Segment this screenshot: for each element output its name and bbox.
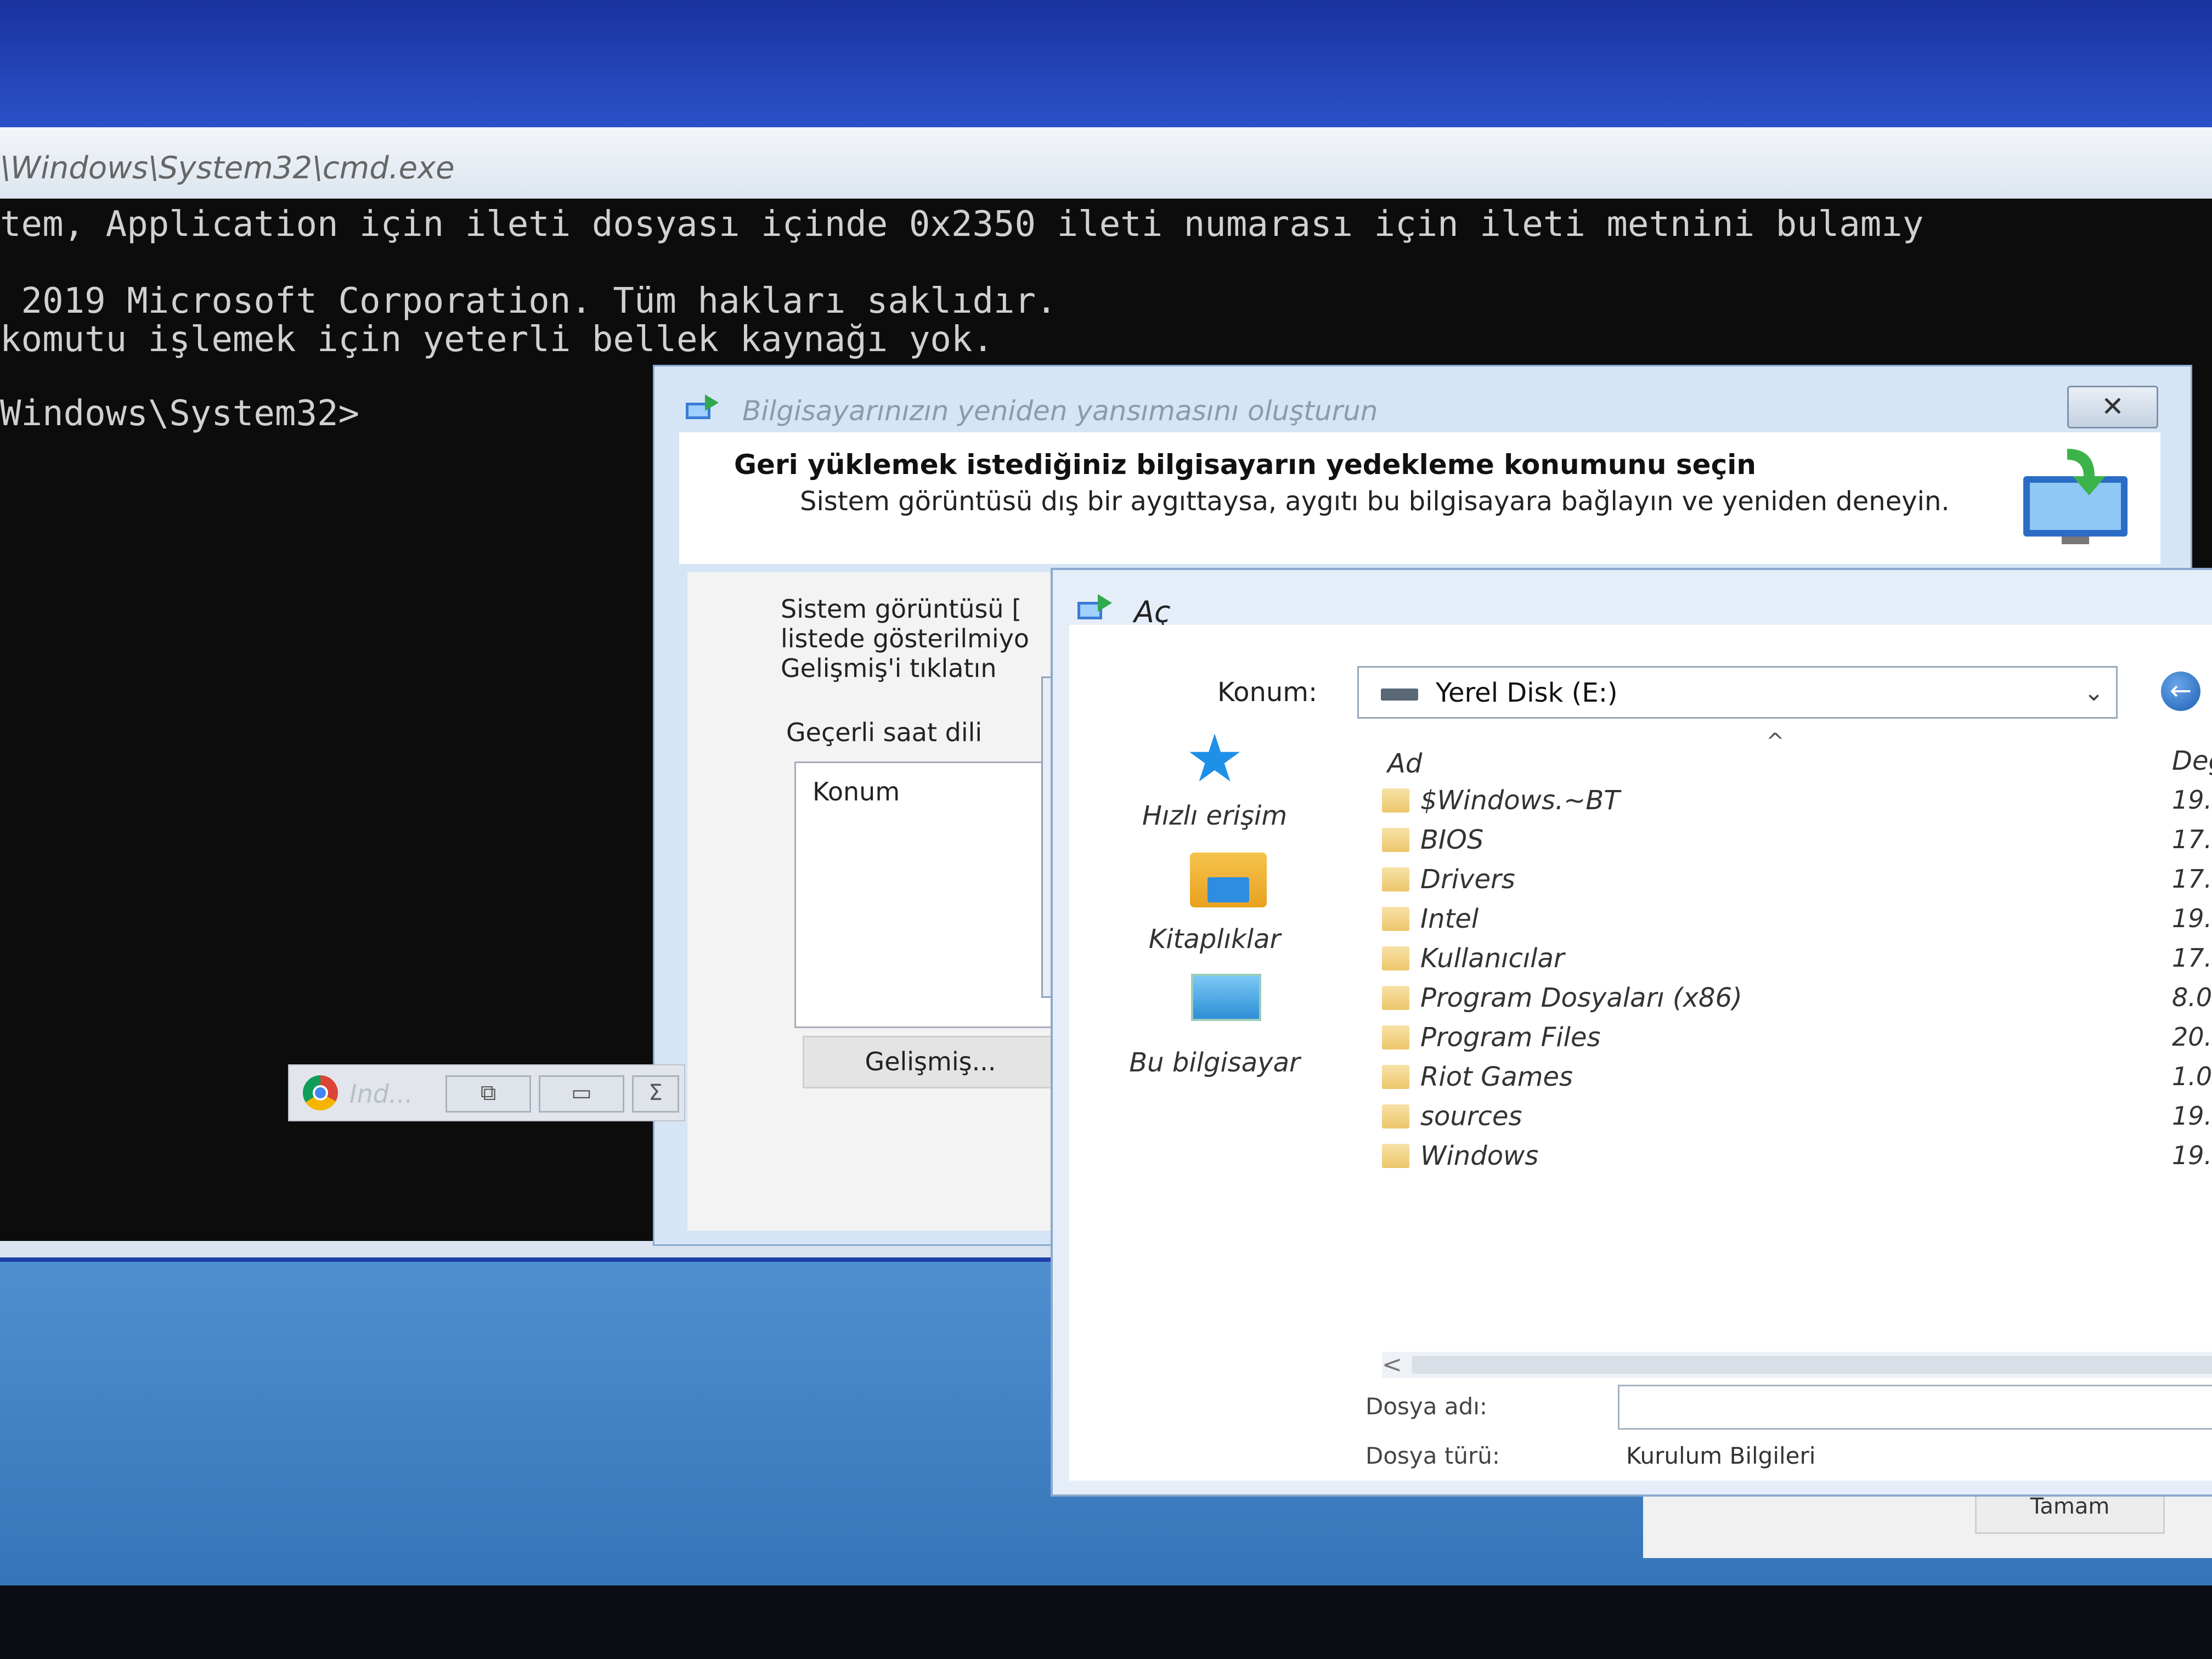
- cmd-line-1: tem, Application için ileti dosyası için…: [0, 204, 1924, 245]
- scroll-thumb[interactable]: [1412, 1356, 2212, 1374]
- window-icon[interactable]: ▭: [539, 1075, 624, 1113]
- backup-location-list[interactable]: Konum: [794, 761, 1072, 1028]
- folder-icon: [1382, 828, 1409, 852]
- file-row[interactable]: Riot Games 1.04.2: [1382, 1060, 2212, 1093]
- file-row[interactable]: Kullanıcılar 17.02: [1382, 942, 2212, 975]
- location-value: Yerel Disk (E:): [1436, 678, 1618, 708]
- backup-icon: [686, 394, 719, 419]
- back-arrow-icon[interactable]: ←: [2161, 672, 2200, 711]
- file-row[interactable]: Program Files 20.02.: [1382, 1021, 2212, 1054]
- reimage-title: Bilgisayarınızın yeniden yansımasını olu…: [742, 395, 1378, 427]
- cmd-line-2: 2019 Microsoft Corporation. Tüm hakları …: [0, 281, 1057, 321]
- filetype-select[interactable]: Kurulum Bilgileri: [1626, 1442, 1815, 1469]
- horizontal-scrollbar[interactable]: <: [1382, 1351, 2212, 1379]
- file-name: BIOS: [1420, 825, 1484, 855]
- file-row[interactable]: $Windows.~BT 19.0: [1382, 784, 2212, 817]
- taskbar-app-label[interactable]: Ind...: [349, 1079, 413, 1109]
- file-name: Riot Games: [1420, 1062, 1573, 1092]
- file-name: Windows: [1420, 1141, 1539, 1171]
- advanced-button[interactable]: Gelişmiş...: [803, 1036, 1058, 1088]
- file-date: 17.0.: [2172, 825, 2212, 854]
- folder-icon: [1382, 1144, 1409, 1168]
- folder-icon: [1382, 788, 1409, 812]
- libraries-icon[interactable]: [1190, 853, 1267, 907]
- folder-icon: [1382, 907, 1409, 931]
- file-date: 19.04.2: [2172, 1101, 2212, 1131]
- chrome-icon[interactable]: [303, 1075, 338, 1110]
- open-dialog-icon: [1077, 594, 1112, 619]
- monitor-restore-icon: [2023, 449, 2128, 544]
- cmd-line-3: komutu işlemek için yeterli bellek kayna…: [0, 319, 994, 360]
- file-row[interactable]: BIOS 17.0.: [1382, 823, 2212, 856]
- sort-caret-icon: ^: [1766, 729, 1785, 754]
- file-name: Program Dosyaları (x86): [1420, 983, 1742, 1013]
- cmd-title: \Windows\System32\cmd.exe: [0, 150, 455, 186]
- location-label: Konum:: [1217, 677, 1318, 708]
- description-line-1: Sistem görüntüsü [: [781, 594, 1022, 624]
- list-header-location[interactable]: Konum: [812, 777, 900, 806]
- file-name: Program Files: [1420, 1022, 1601, 1053]
- cmd-title-bar[interactable]: \Windows\System32\cmd.exe: [0, 127, 2212, 199]
- file-date: 1.04.2: [2172, 1062, 2212, 1091]
- folder-icon: [1382, 946, 1409, 970]
- folder-icon: [1382, 1104, 1409, 1128]
- column-header-date[interactable]: Değ: [2172, 746, 2212, 776]
- task-view-icon[interactable]: ⧉: [445, 1075, 531, 1113]
- taskbar-fragment: Ind... ⧉ ▭ Σ: [288, 1064, 685, 1121]
- mouse-cursor-icon: [1836, 1174, 1878, 1218]
- open-body: Konum: Yerel Disk (E:) ⌄ ← ★ Hızlı erişi…: [1069, 625, 2212, 1481]
- file-row[interactable]: Drivers 17.02: [1382, 863, 2212, 896]
- file-name: sources: [1420, 1101, 1522, 1132]
- description-line-3: Gelişmiş'i tıklatın: [781, 653, 997, 683]
- location-dropdown[interactable]: Yerel Disk (E:) ⌄: [1357, 666, 2118, 719]
- description-line-2: listede gösterilmiyo: [781, 624, 1030, 653]
- file-name: Drivers: [1420, 864, 1515, 895]
- folder-icon: [1382, 986, 1409, 1010]
- file-date: 19.0: [2172, 785, 2212, 815]
- file-name: Kullanıcılar: [1420, 943, 1565, 974]
- computer-icon[interactable]: [1191, 974, 1261, 1021]
- nav-this-pc[interactable]: Bu bilgisayar: [1110, 1047, 1319, 1078]
- reimage-title-bar[interactable]: Bilgisayarınızın yeniden yansımasını olu…: [654, 366, 2191, 428]
- file-date: 17.02: [2172, 943, 2212, 973]
- sigma-icon[interactable]: Σ: [632, 1075, 679, 1113]
- file-date: 8.04.2: [2172, 983, 2212, 1012]
- cmd-prompt: Windows\System32>: [0, 393, 360, 434]
- drive-icon: [1381, 689, 1418, 701]
- chevron-down-icon: ⌄: [2084, 679, 2104, 707]
- open-dialog: Aç Konum: Yerel Disk (E:) ⌄ ← ★ Hızlı er…: [1051, 568, 2212, 1497]
- file-row[interactable]: Windows 19.04.2: [1382, 1139, 2212, 1172]
- nav-quick-access[interactable]: Hızlı erişim: [1110, 800, 1319, 831]
- open-title-bar[interactable]: Aç: [1053, 570, 2212, 629]
- filename-label: Dosya adı:: [1365, 1393, 1488, 1420]
- filename-input[interactable]: [1618, 1385, 2212, 1430]
- file-name: $Windows.~BT: [1420, 785, 1620, 816]
- scroll-left-icon[interactable]: <: [1382, 1351, 1402, 1379]
- desktop-background: [0, 0, 2212, 132]
- close-button[interactable]: ✕: [2067, 386, 2158, 428]
- file-row[interactable]: Program Dosyaları (x86) 8.04.2: [1382, 981, 2212, 1014]
- timezone-label: Geçerli saat dili: [786, 718, 983, 747]
- star-icon[interactable]: ★: [1179, 726, 1250, 792]
- file-date: 19.04.2: [2172, 1141, 2212, 1170]
- open-title: Aç: [1134, 595, 1171, 629]
- filetype-label: Dosya türü:: [1365, 1442, 1500, 1469]
- file-date: 20.02.: [2172, 1022, 2212, 1052]
- reimage-header: Geri yüklemek istediğiniz bilgisayarın y…: [679, 432, 2160, 564]
- column-header-name[interactable]: Ad: [1387, 748, 1422, 779]
- nav-libraries[interactable]: Kitaplıklar: [1110, 924, 1319, 955]
- reimage-heading: Geri yüklemek istediğiniz bilgisayarın y…: [734, 449, 1756, 481]
- folder-icon: [1382, 1065, 1409, 1089]
- file-name: Intel: [1420, 904, 1479, 934]
- folder-icon: [1382, 867, 1409, 891]
- reimage-subtext: Sistem görüntüsü dış bir aygıttaysa, ayg…: [800, 486, 1950, 517]
- folder-icon: [1382, 1025, 1409, 1049]
- file-row[interactable]: sources 19.04.2: [1382, 1100, 2212, 1133]
- file-row[interactable]: Intel 19.04: [1382, 902, 2212, 935]
- file-date: 19.04: [2172, 904, 2212, 933]
- reimage-description: Sistem görüntüsü [ listede gösterilmiyo …: [781, 594, 1044, 683]
- screen-bezel: [0, 1585, 2212, 1659]
- file-date: 17.02: [2172, 864, 2212, 894]
